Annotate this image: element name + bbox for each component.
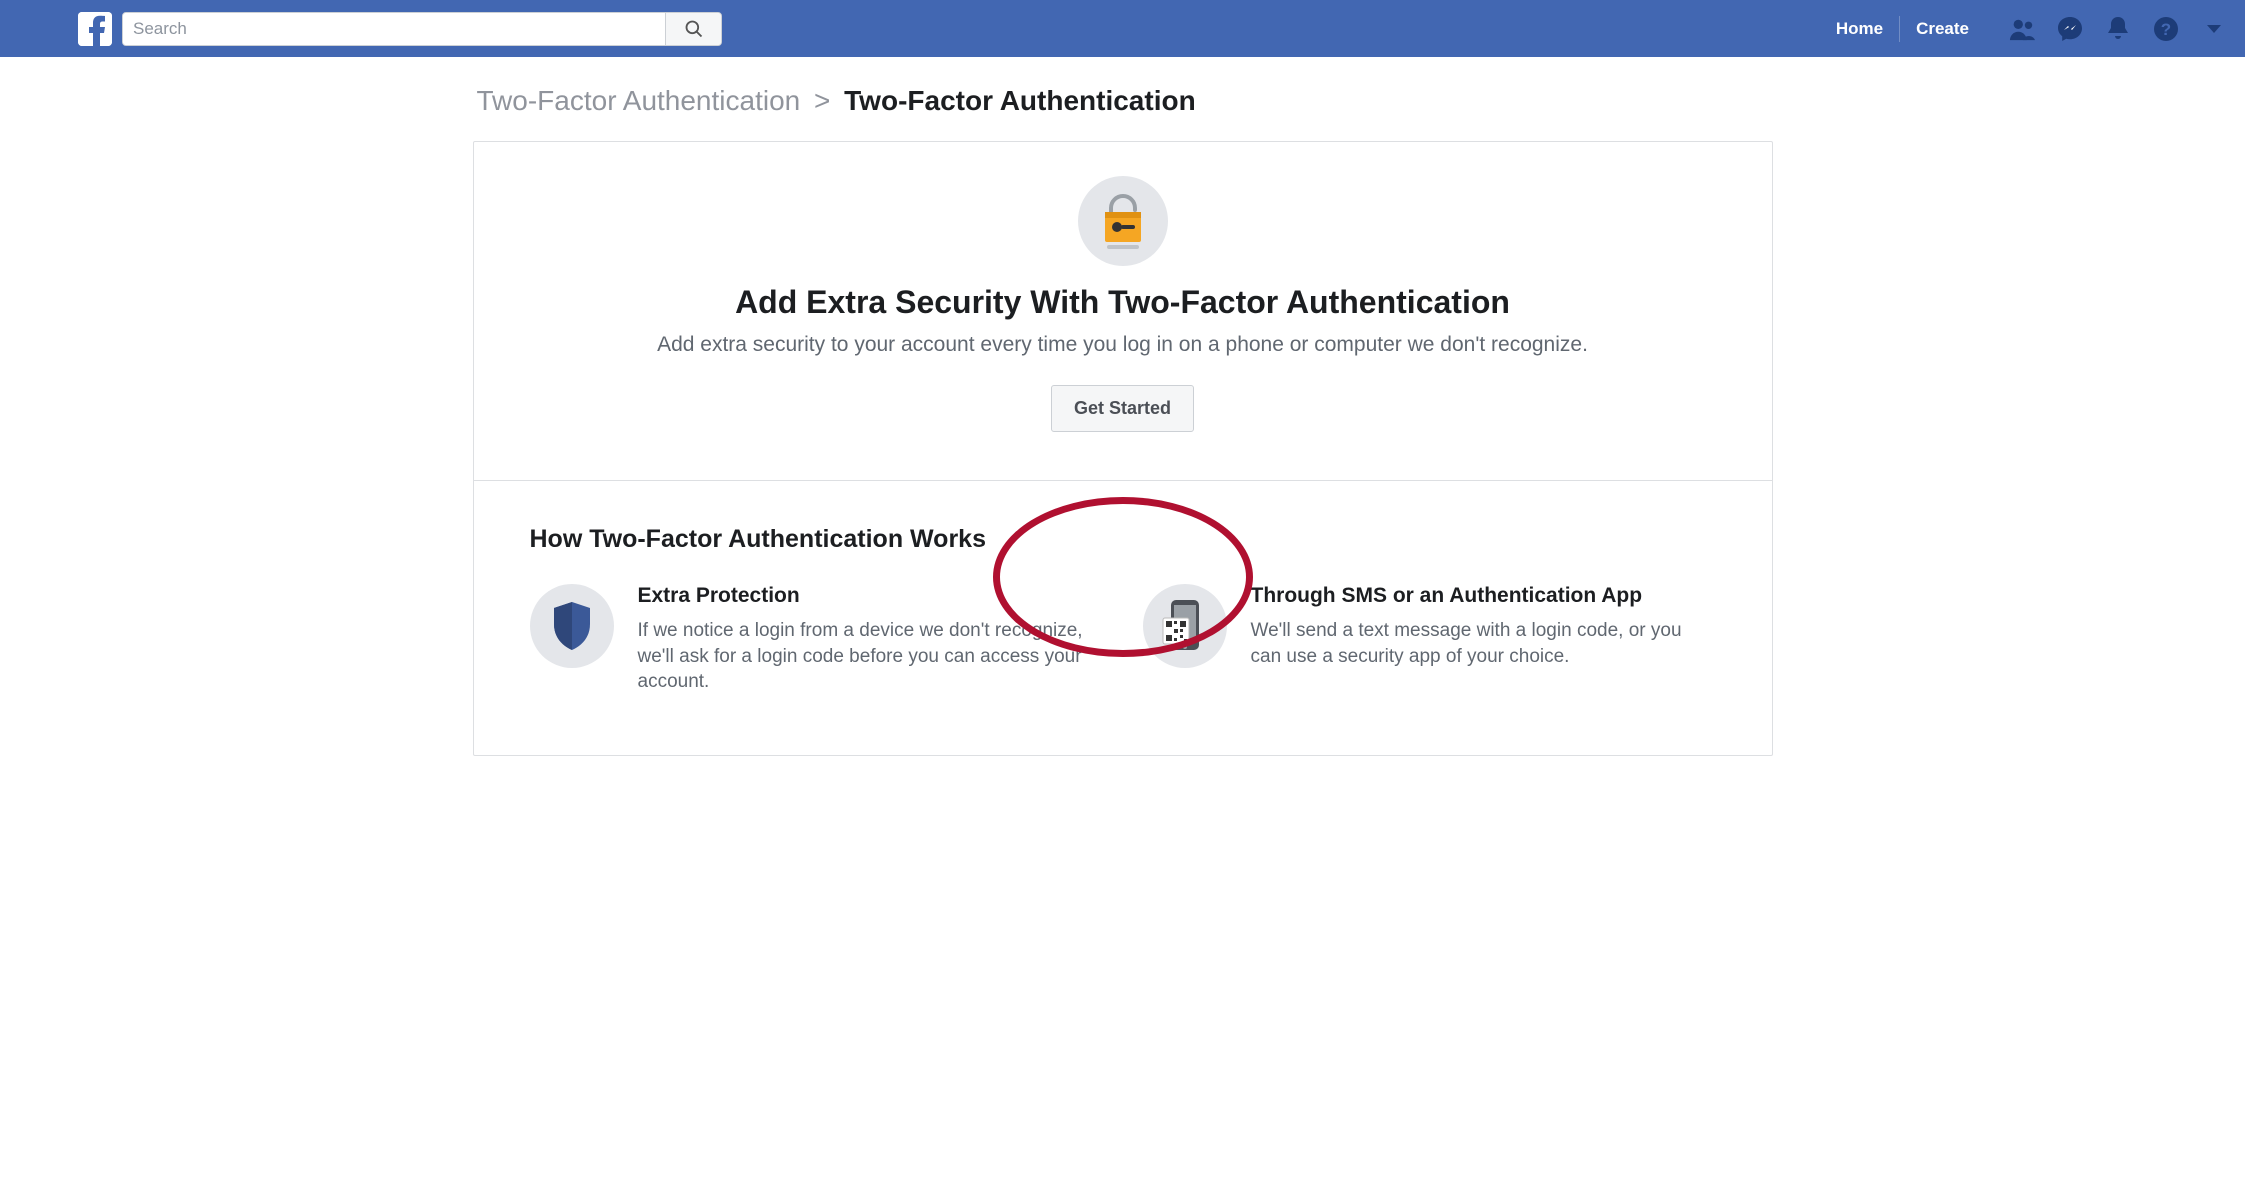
- hero-subtitle: Add extra security to your account every…: [494, 333, 1752, 357]
- friends-icon[interactable]: [2009, 16, 2035, 42]
- svg-text:?: ?: [2161, 20, 2171, 39]
- hero-section: Add Extra Security With Two-Factor Authe…: [474, 142, 1772, 481]
- topbar-icons: ?: [2009, 16, 2227, 42]
- facebook-logo[interactable]: [78, 12, 112, 46]
- notifications-icon[interactable]: [2105, 16, 2131, 42]
- breadcrumb-parent[interactable]: Two-Factor Authentication: [477, 85, 801, 116]
- nav-create[interactable]: Create: [1900, 0, 1985, 57]
- how-item-title: Through SMS or an Authentication App: [1251, 584, 1716, 608]
- help-icon[interactable]: ?: [2153, 16, 2179, 42]
- breadcrumb-separator: >: [808, 85, 836, 116]
- page-content: Two-Factor Authentication > Two-Factor A…: [473, 57, 1773, 756]
- phone-qr-icon: [1143, 584, 1227, 668]
- main-card: Add Extra Security With Two-Factor Authe…: [473, 141, 1773, 756]
- topbar: Home Create: [0, 0, 2245, 57]
- nav-home[interactable]: Home: [1820, 0, 1899, 57]
- how-section: How Two-Factor Authentication Works Extr…: [474, 481, 1772, 755]
- how-item-body: We'll send a text message with a login c…: [1251, 618, 1716, 669]
- lock-icon: [1078, 176, 1168, 266]
- dropdown-icon[interactable]: [2201, 16, 2227, 42]
- hero-title: Add Extra Security With Two-Factor Authe…: [494, 284, 1752, 321]
- messenger-icon[interactable]: [2057, 16, 2083, 42]
- search-bar: [122, 12, 722, 46]
- breadcrumb-current: Two-Factor Authentication: [844, 85, 1196, 116]
- search-icon: [684, 19, 704, 39]
- search-button[interactable]: [665, 13, 721, 45]
- how-grid: Extra Protection If we notice a login fr…: [530, 584, 1716, 695]
- how-heading: How Two-Factor Authentication Works: [530, 525, 1716, 554]
- how-item-title: Extra Protection: [638, 584, 1103, 608]
- how-item-sms: Through SMS or an Authentication App We'…: [1143, 584, 1716, 695]
- topbar-right: Home Create: [1820, 0, 2227, 57]
- breadcrumb: Two-Factor Authentication > Two-Factor A…: [473, 85, 1773, 141]
- search-input[interactable]: [123, 13, 665, 45]
- shield-icon: [530, 584, 614, 668]
- how-item-body: If we notice a login from a device we do…: [638, 618, 1103, 695]
- how-item-protection: Extra Protection If we notice a login fr…: [530, 584, 1103, 695]
- get-started-button[interactable]: Get Started: [1051, 385, 1194, 432]
